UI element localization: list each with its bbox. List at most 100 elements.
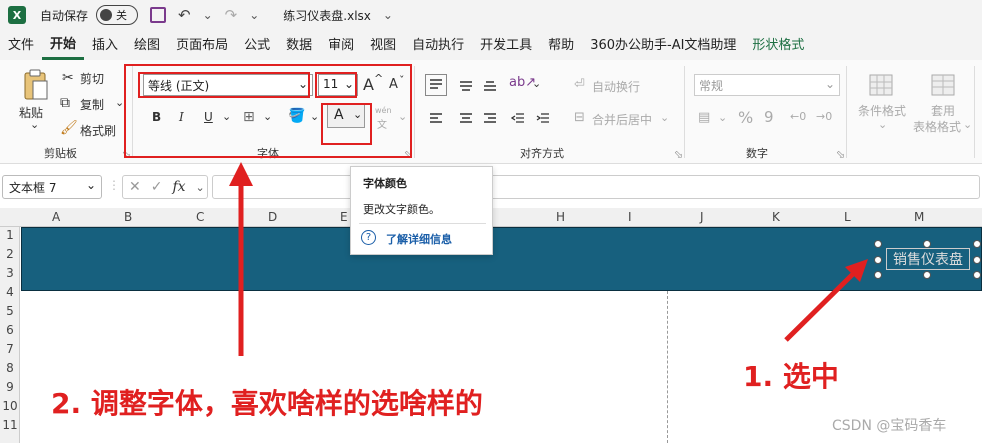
autosave-toggle[interactable]: 关 [96, 5, 139, 25]
save-icon[interactable] [150, 7, 167, 23]
percent-button[interactable]: % [738, 108, 753, 127]
wrap-text-button[interactable]: 自动换行 [592, 78, 640, 95]
paste-dropdown-icon[interactable]: ⌄ [30, 118, 39, 131]
learn-more-link[interactable]: 了解详细信息 [386, 231, 452, 247]
row-header[interactable]: 6 [0, 323, 20, 337]
format-painter-icon[interactable]: 🖌 [60, 120, 78, 136]
accounting-dropdown-icon[interactable]: ⌄ [718, 111, 727, 124]
dashboard-banner[interactable] [21, 227, 982, 291]
number-launcher-icon[interactable]: ⬂ [836, 148, 845, 161]
column-header[interactable]: D [268, 210, 277, 224]
comma-style-button[interactable]: 9 [764, 108, 774, 126]
cancel-icon[interactable]: ✕ [129, 179, 141, 195]
table-format-icon[interactable] [930, 72, 956, 98]
resize-handle[interactable] [874, 256, 882, 264]
resize-handle[interactable] [973, 240, 981, 248]
help-icon[interactable]: ? [361, 230, 376, 245]
resize-handle[interactable] [973, 271, 981, 279]
formula-input[interactable] [212, 175, 980, 199]
conditional-dropdown-icon[interactable]: ⌄ [878, 118, 887, 131]
resize-handle[interactable] [874, 240, 882, 248]
drag-handle-icon[interactable]: ⋮ [108, 178, 120, 192]
tab-data[interactable]: 数据 [278, 30, 320, 60]
tab-review[interactable]: 审阅 [320, 30, 362, 60]
column-header[interactable]: C [196, 210, 204, 224]
row-header[interactable]: 5 [0, 304, 20, 318]
row-header[interactable]: 9 [0, 380, 20, 394]
align-center-icon[interactable] [455, 108, 477, 130]
insert-function-button[interactable]: fx [172, 179, 185, 195]
align-left-icon[interactable] [425, 108, 447, 130]
row-header[interactable]: 1 [0, 228, 20, 242]
merge-center-icon[interactable]: ⊟ [574, 110, 585, 125]
wrap-text-icon[interactable]: ⏎ [574, 77, 585, 92]
decrease-indent-icon[interactable] [507, 108, 529, 130]
redo-icon[interactable]: ↷ [225, 6, 238, 24]
resize-handle[interactable] [973, 256, 981, 264]
column-header[interactable]: L [844, 210, 851, 224]
increase-indent-icon[interactable] [532, 108, 554, 130]
column-header[interactable]: H [556, 210, 565, 224]
table-format-dropdown-icon[interactable]: ⌄ [963, 118, 972, 131]
column-header[interactable]: M [914, 210, 924, 224]
tab-360-assistant[interactable]: 360办公助手-AI文档助理 [582, 30, 744, 60]
row-header[interactable]: 7 [0, 342, 20, 356]
decrease-decimal-icon[interactable]: →0 [816, 110, 832, 123]
tab-formulas[interactable]: 公式 [236, 30, 278, 60]
resize-handle[interactable] [923, 240, 931, 248]
conditional-format-button[interactable]: 条件格式 [858, 102, 906, 119]
increase-decimal-icon[interactable]: ←0 [790, 110, 806, 123]
enter-icon[interactable]: ✓ [151, 179, 163, 195]
row-header[interactable]: 3 [0, 266, 20, 280]
copy-icon[interactable]: ⧉ [60, 95, 70, 111]
tab-automate[interactable]: 自动执行 [404, 30, 472, 60]
paste-icon[interactable] [18, 68, 52, 102]
column-header[interactable]: J [700, 210, 704, 224]
document-title[interactable]: 练习仪表盘.xlsx [283, 7, 371, 24]
align-right-icon[interactable] [479, 108, 501, 130]
row-header[interactable]: 4 [0, 285, 20, 299]
row-header[interactable]: 2 [0, 247, 20, 261]
column-header[interactable]: B [124, 210, 132, 224]
resize-handle[interactable] [923, 271, 931, 279]
tab-shape-format[interactable]: 形状格式 [744, 30, 812, 60]
copy-dropdown-icon[interactable]: ⌄ [115, 96, 124, 109]
scissors-icon[interactable]: ✂ [62, 70, 74, 86]
chevron-down-icon[interactable]: ⌄ [196, 181, 205, 194]
tab-view[interactable]: 视图 [362, 30, 404, 60]
tab-page-layout[interactable]: 页面布局 [168, 30, 236, 60]
cut-button[interactable]: 剪切 [80, 70, 104, 87]
orientation-dropdown-icon[interactable]: ⌄ [532, 77, 541, 90]
copy-button[interactable]: 复制 [80, 96, 104, 113]
undo-dropdown-icon[interactable]: ⌄ [203, 8, 213, 22]
selected-textbox[interactable]: 销售仪表盘 [874, 240, 981, 279]
quick-access-customize-icon[interactable]: ⌄ [249, 8, 259, 22]
merge-center-button[interactable]: 合并后居中 [592, 111, 652, 128]
textbox-content[interactable]: 销售仪表盘 [886, 248, 970, 270]
align-top-icon[interactable] [425, 74, 447, 96]
tab-file[interactable]: 文件 [0, 30, 42, 60]
undo-icon[interactable]: ↶ [178, 6, 191, 24]
conditional-format-icon[interactable] [868, 72, 894, 98]
alignment-launcher-icon[interactable]: ⬂ [674, 148, 683, 161]
row-header[interactable]: 8 [0, 361, 20, 375]
align-middle-icon[interactable] [455, 74, 477, 96]
accounting-format-icon[interactable]: ▤ [698, 110, 710, 125]
merge-dropdown-icon[interactable]: ⌄ [660, 111, 669, 124]
tab-home[interactable]: 开始 [42, 30, 85, 60]
resize-handle[interactable] [874, 271, 882, 279]
tab-insert[interactable]: 插入 [84, 30, 126, 60]
table-format-button[interactable]: 套用 [931, 102, 955, 119]
column-header[interactable]: A [52, 210, 60, 224]
column-header[interactable]: I [628, 210, 632, 224]
column-header[interactable]: K [772, 210, 780, 224]
tab-developer[interactable]: 开发工具 [472, 30, 540, 60]
name-box[interactable]: 文本框 7 ⌄ [2, 175, 102, 199]
row-header[interactable]: 11 [0, 418, 20, 432]
tab-draw[interactable]: 绘图 [126, 30, 168, 60]
number-format-select[interactable]: 常规 ⌄ [694, 74, 840, 96]
tab-help[interactable]: 帮助 [540, 30, 582, 60]
column-header[interactable]: E [340, 210, 348, 224]
row-header[interactable]: 10 [0, 399, 20, 413]
align-bottom-icon[interactable] [479, 74, 501, 96]
